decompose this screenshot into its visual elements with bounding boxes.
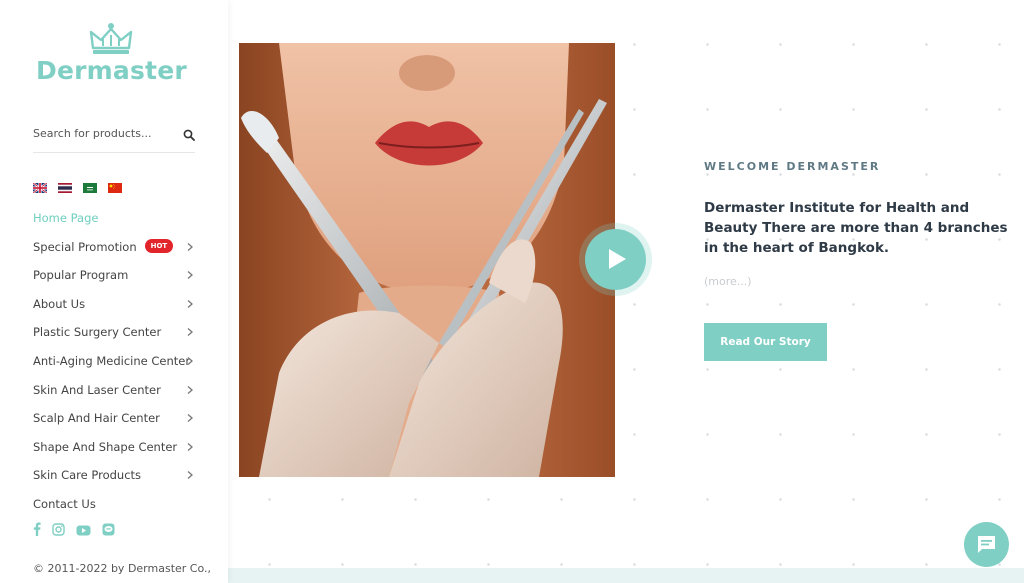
search-icon[interactable]	[183, 126, 195, 145]
chat-button[interactable]	[964, 522, 1009, 567]
search-bar	[33, 122, 195, 153]
dermaster-logo[interactable]: Dermaster	[36, 22, 187, 88]
menu-item-label: Contact Us	[33, 496, 96, 511]
chevron-right-icon	[187, 242, 193, 251]
welcome-headline: Dermaster Institute for Health and Beaut…	[704, 200, 1008, 256]
crown-icon	[89, 23, 133, 54]
more-link[interactable]: (more...)	[704, 275, 752, 288]
logo-text: Dermaster	[36, 56, 187, 85]
youtube-icon[interactable]	[76, 521, 91, 540]
menu-item-special-promotion[interactable]: Special Promotion HOT	[33, 233, 195, 262]
uk-flag-icon[interactable]	[33, 183, 47, 193]
read-our-story-button[interactable]: Read Our Story	[704, 323, 827, 361]
chevron-right-icon	[187, 328, 193, 337]
hero-photo	[239, 43, 615, 477]
menu-item-label: Shape And Shape Center	[33, 439, 178, 454]
facebook-icon[interactable]	[33, 521, 41, 540]
menu-item-label: Scalp And Hair Center	[33, 411, 160, 426]
menu-item-label: Anti-Aging Medicine Center	[33, 353, 191, 368]
menu-item-about-us[interactable]: About Us	[33, 290, 195, 319]
next-section-strip	[228, 568, 1024, 583]
chinese-flag-icon[interactable]	[108, 183, 122, 193]
hot-badge: HOT	[144, 239, 174, 254]
menu-item-skin-care-products[interactable]: Skin Care Products	[33, 461, 195, 490]
chevron-right-icon	[187, 385, 193, 394]
menu-item-label: Skin Care Products	[33, 468, 142, 483]
menu-item-popular-program[interactable]: Popular Program	[33, 261, 195, 290]
menu-item-label: About Us	[33, 296, 86, 311]
menu-item-label: Home Page	[33, 211, 99, 225]
hero-image	[239, 43, 615, 477]
social-links	[33, 521, 115, 540]
sidebar: Dermaster Search for products... Home Pa…	[0, 0, 228, 583]
chevron-right-icon	[187, 471, 193, 480]
instagram-icon[interactable]	[52, 521, 65, 540]
play-icon	[609, 249, 626, 269]
chevron-right-icon	[187, 414, 193, 423]
chevron-right-icon	[187, 442, 193, 451]
menu-item-scalp-and-hair-center[interactable]: Scalp And Hair Center	[33, 404, 195, 433]
menu-item-label: Special Promotion	[33, 239, 137, 254]
menu-item-anti-aging-medicine-center[interactable]: Anti-Aging Medicine Center	[33, 347, 195, 376]
menu-item-contact-us[interactable]: Contact Us	[33, 490, 195, 519]
menu-item-label: Skin And Laser Center	[33, 382, 161, 397]
menu-item-label: Popular Program	[33, 268, 129, 283]
menu-item-plastic-surgery-center[interactable]: Plastic Surgery Center	[33, 318, 195, 347]
play-video-button[interactable]	[585, 229, 646, 290]
menu-item-home-page[interactable]: Home Page	[33, 204, 195, 233]
menu-item-label: Plastic Surgery Center	[33, 325, 162, 340]
chevron-right-icon	[187, 356, 193, 365]
thai-flag-icon[interactable]	[58, 183, 72, 193]
line-icon[interactable]	[102, 521, 115, 540]
language-switcher	[33, 183, 122, 193]
chevron-right-icon	[187, 271, 193, 280]
search-input[interactable]	[33, 122, 173, 145]
main-menu: Home Page Special Promotion HOT Popular P…	[33, 204, 195, 519]
chevron-right-icon	[187, 299, 193, 308]
menu-item-skin-and-laser-center[interactable]: Skin And Laser Center	[33, 376, 195, 405]
copyright-text: © 2011-2022 by Dermaster Co.,	[33, 562, 212, 575]
welcome-kicker: WELCOME DERMASTER	[704, 160, 881, 173]
arabic-flag-icon[interactable]	[83, 183, 97, 193]
menu-item-shape-and-shape-center[interactable]: Shape And Shape Center	[33, 433, 195, 462]
chat-icon	[978, 536, 995, 553]
